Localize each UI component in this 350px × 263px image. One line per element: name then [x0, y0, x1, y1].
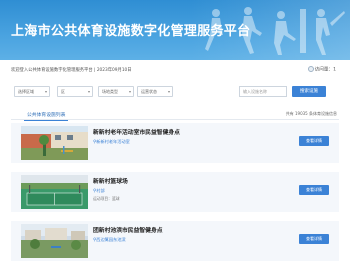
status-select-value: 运营状态 [141, 89, 157, 94]
facility-photo [21, 126, 88, 160]
facility-address: ⚲西边篱园东池滨 [93, 237, 126, 243]
facility-sport: 运动项目：篮球 [93, 196, 120, 201]
facility-photo [21, 175, 88, 209]
search-placeholder: 输入设施名称 [243, 89, 267, 94]
chevron-down-icon: ▾ [87, 89, 90, 94]
search-button[interactable]: 搜索设施 [292, 86, 326, 97]
status-select[interactable]: 运营状态 ▾ [137, 86, 173, 97]
filter-bar: 选择区域 ▾ 区 ▾ 场地类型 ▾ 运营状态 ▾ 输入设施名称 搜索设施 [0, 86, 350, 100]
view-details-button[interactable]: 查看详情 [299, 185, 329, 195]
view-details-button[interactable]: 查看详情 [299, 136, 329, 146]
facility-address-text: 西边篱园东池滨 [96, 237, 126, 242]
type-select-value: 场地类型 [102, 89, 118, 94]
visit-counter: 访问量：1 [307, 66, 336, 73]
district-select[interactable]: 选择区域 ▾ [14, 86, 50, 97]
list-tab-title[interactable]: 公共体育设施列表 [23, 111, 69, 121]
facility-card[interactable]: 新新村老年活动室市民益智健身点 ⚲新新村老年活动室 查看详情 [11, 123, 339, 163]
facility-address-text: 新新村老年活动室 [96, 139, 130, 144]
visit-icon [307, 66, 314, 72]
facility-card[interactable]: 新新村篮球场 ⚲村部 运动项目：篮球 查看详情 [11, 172, 339, 212]
facility-address-text: 村部 [96, 188, 105, 193]
view-details-button[interactable]: 查看详情 [299, 234, 329, 244]
facility-photo [21, 224, 88, 258]
street-select[interactable]: 区 ▾ [57, 86, 93, 97]
welcome-text: 欢迎登入公共体育设施数字化管理服务平台 | 2023年09月10日 [11, 68, 132, 73]
chevron-down-icon: ▾ [167, 89, 170, 94]
info-bar: 欢迎登入公共体育设施数字化管理服务平台 | 2023年09月10日 访问量：1 [0, 63, 350, 79]
street-select-value: 区 [61, 89, 65, 94]
visit-label: 访问量 [314, 67, 329, 73]
facility-address: ⚲新新村老年活动室 [93, 139, 130, 145]
facility-address: ⚲村部 [93, 188, 105, 194]
visit-count: 1 [333, 67, 336, 73]
facility-name[interactable]: 团新村池滨市民益智健身点 [93, 225, 163, 234]
facility-card[interactable]: 团新村池滨市民益智健身点 ⚲西边篱园东池滨 查看详情 [11, 221, 339, 261]
chevron-down-icon: ▾ [44, 89, 47, 94]
list-count: 共有 19035 条体育设施信息 [285, 111, 337, 116]
athlete-silhouettes-icon [205, 7, 345, 55]
header-banner: 上海市公共体育设施数字化管理服务平台 [0, 0, 350, 60]
search-input[interactable]: 输入设施名称 [239, 86, 287, 97]
facility-name[interactable]: 新新村老年活动室市民益智健身点 [93, 127, 180, 136]
facility-name[interactable]: 新新村篮球场 [93, 176, 128, 185]
type-select[interactable]: 场地类型 ▾ [98, 86, 134, 97]
list-header: 公共体育设施列表 共有 19035 条体育设施信息 [11, 108, 339, 121]
chevron-down-icon: ▾ [128, 89, 131, 94]
district-select-value: 选择区域 [18, 89, 34, 94]
